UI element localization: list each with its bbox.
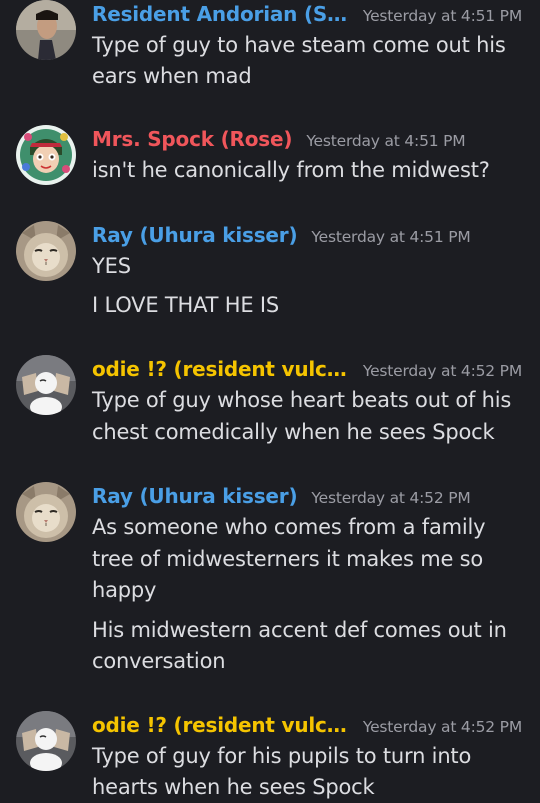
author-name[interactable]: Ray (Uhura kisser) bbox=[92, 484, 297, 508]
timestamp: Yesterday at 4:52 PM bbox=[311, 489, 471, 507]
message-text: ears when mad bbox=[92, 64, 252, 88]
timestamp: Yesterday at 4:51 PM bbox=[362, 7, 522, 25]
message-text: Type of guy for his pupils to turn into bbox=[92, 744, 472, 768]
avatar[interactable] bbox=[16, 711, 76, 771]
timestamp: Yesterday at 4:51 PM bbox=[311, 228, 471, 246]
message-text: conversation bbox=[92, 649, 226, 673]
timestamp: Yesterday at 4:52 PM bbox=[362, 718, 522, 736]
message-text: hearts when he sees Spock bbox=[92, 775, 375, 799]
timestamp: Yesterday at 4:52 PM bbox=[362, 362, 522, 380]
author-name[interactable]: Ray (Uhura kisser) bbox=[92, 223, 297, 247]
message-text: As someone who comes from a family bbox=[92, 515, 486, 539]
odie-avatar-icon bbox=[16, 711, 76, 771]
timestamp: Yesterday at 4:51 PM bbox=[306, 132, 466, 150]
avatar[interactable] bbox=[16, 221, 76, 281]
avatar[interactable] bbox=[16, 355, 76, 415]
message-text: Type of guy to have steam come out his bbox=[92, 33, 506, 57]
message-text: YES bbox=[92, 254, 131, 278]
cat-face-avatar-icon bbox=[16, 221, 76, 281]
cartoon-girl-avatar-icon bbox=[16, 125, 76, 185]
cat-face-avatar-icon bbox=[16, 482, 76, 542]
message-text: Type of guy whose heart beats out of his bbox=[92, 388, 512, 412]
message-text: isn't he canonically from the midwest? bbox=[92, 158, 490, 182]
author-name[interactable]: Resident Andorian (S... bbox=[92, 2, 349, 26]
avatar[interactable] bbox=[16, 0, 76, 60]
message-text: chest comedically when he sees Spock bbox=[92, 420, 495, 444]
message-text: happy bbox=[92, 578, 157, 602]
message-text: tree of midwesterners it makes me so bbox=[92, 547, 484, 571]
author-name[interactable]: odie !? (resident vulc... bbox=[92, 713, 349, 737]
avatar[interactable] bbox=[16, 482, 76, 542]
author-name[interactable]: Mrs. Spock (Rose) bbox=[92, 127, 292, 151]
author-name[interactable]: odie !? (resident vulc... bbox=[92, 357, 349, 381]
message-text: I LOVE THAT HE IS bbox=[92, 293, 280, 317]
message-text: His midwestern accent def comes out in bbox=[92, 618, 507, 642]
spock-photo-avatar-icon bbox=[16, 0, 76, 60]
odie-avatar-icon bbox=[16, 355, 76, 415]
avatar[interactable] bbox=[16, 125, 76, 185]
